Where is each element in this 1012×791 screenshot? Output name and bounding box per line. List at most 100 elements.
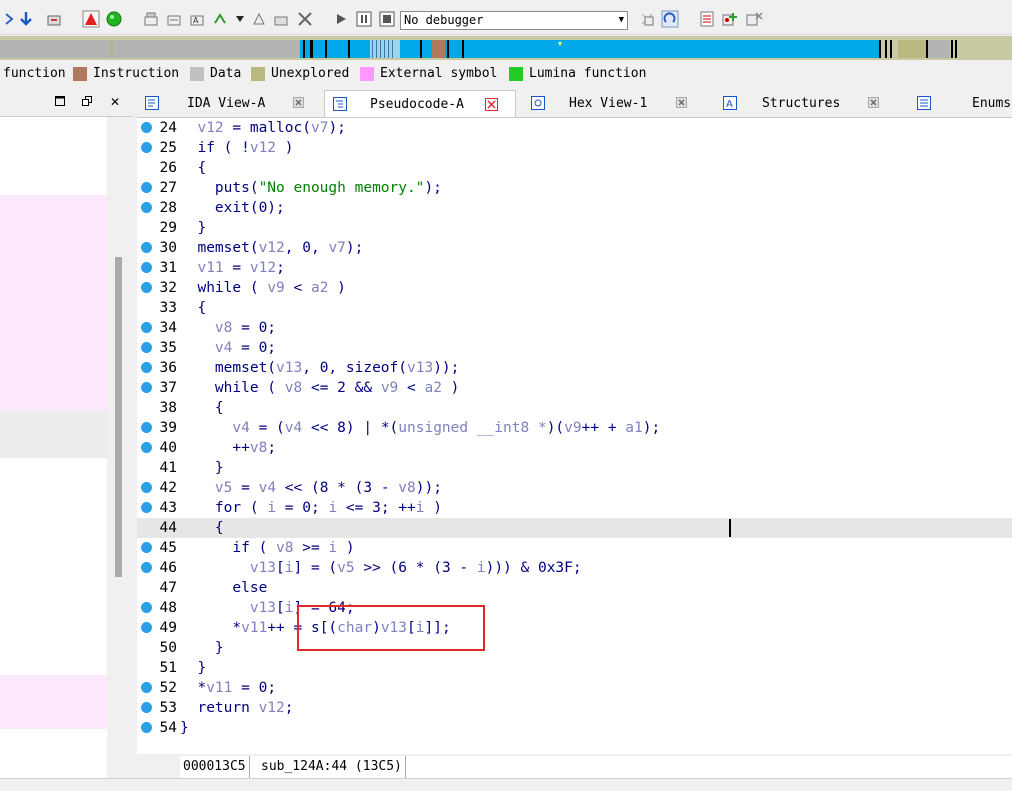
breakpoint-dot-icon[interactable] <box>141 622 152 633</box>
green-circle-icon[interactable] <box>105 10 123 28</box>
pause-icon[interactable] <box>355 10 373 28</box>
scrollbar-thumb[interactable] <box>115 257 122 577</box>
download-arrow-icon[interactable] <box>17 10 35 28</box>
code-line[interactable]: 46 v13[i] = (v5 >> (6 * (3 - i))) & 0x3F… <box>137 558 1012 578</box>
breakpoint-dot-icon[interactable] <box>141 262 152 273</box>
code-line[interactable]: 29 } <box>137 218 1012 238</box>
breakpoint-dot-icon[interactable] <box>141 322 152 333</box>
code-line[interactable]: 35 v4 = 0; <box>137 338 1012 358</box>
breakpoint-dot-icon[interactable] <box>141 282 152 293</box>
navigation-band[interactable] <box>0 36 1012 60</box>
code-line[interactable]: 44 { <box>137 518 1012 538</box>
pseudocode-editor[interactable]: 24 v12 = malloc(v7); 25 if ( !v12 ) 26 {27… <box>137 118 1012 754</box>
tab-close-icon[interactable] <box>293 97 304 108</box>
breakpoint-dot-icon[interactable] <box>141 122 152 133</box>
code-line[interactable]: 42 v5 = v4 << (8 * (3 - v8)); <box>137 478 1012 498</box>
debugger-select[interactable]: No debugger ▼ <box>400 11 628 30</box>
tab-pseudocode-a[interactable]: Pseudocode-A <box>324 90 516 117</box>
play-icon[interactable] <box>332 10 350 28</box>
stop-icon[interactable] <box>378 10 396 28</box>
functions-list[interactable] <box>0 117 107 790</box>
code-line[interactable]: 53 return v12; <box>137 698 1012 718</box>
code-line[interactable]: 41 } <box>137 458 1012 478</box>
code-line[interactable]: 28 exit(0); <box>137 198 1012 218</box>
code-line[interactable]: 52 *v11 = 0; <box>137 678 1012 698</box>
tab-ida-view-a[interactable]: IDA View-A <box>137 90 322 117</box>
code-line[interactable]: 33 { <box>137 298 1012 318</box>
breakpoint-dot-icon[interactable] <box>141 422 152 433</box>
breakpoint-dot-icon[interactable] <box>141 482 152 493</box>
code-token: memset( <box>180 360 277 376</box>
restore-icon[interactable] <box>82 96 93 110</box>
tab-hex-view-1[interactable]: Hex View-1 <box>518 90 708 117</box>
code-token: ); <box>424 180 442 196</box>
patch-icon[interactable] <box>46 10 64 28</box>
code-line[interactable]: 36 memset(v13, 0, sizeof(v13)); <box>137 358 1012 378</box>
maximize-icon[interactable] <box>55 96 66 110</box>
code-line[interactable]: 47 else <box>137 578 1012 598</box>
breakpoint-dot-icon[interactable] <box>141 562 152 573</box>
code-line[interactable]: 27 puts("No enough memory."); <box>137 178 1012 198</box>
code-line[interactable]: 39 v4 = (v4 << 8) | *(unsigned __int8 *)… <box>137 418 1012 438</box>
code-line[interactable]: 24 v12 = malloc(v7); <box>137 118 1012 138</box>
add-xref-icon[interactable] <box>211 10 229 28</box>
code-line[interactable]: 31 v11 = v12; <box>137 258 1012 278</box>
graph-icon[interactable] <box>250 10 268 28</box>
legend-swatch <box>190 66 204 81</box>
breakpoint-dot-icon[interactable] <box>141 202 152 213</box>
breakpoint-dot-icon[interactable] <box>141 362 152 373</box>
breakpoint-dot-icon[interactable] <box>141 722 152 733</box>
breakpoint-dot-icon[interactable] <box>141 342 152 353</box>
back-arrow-icon[interactable] <box>0 10 18 28</box>
list-icon[interactable] <box>698 10 716 28</box>
breakpoint-dot-icon[interactable] <box>141 242 152 253</box>
add-struct-icon[interactable] <box>165 10 183 28</box>
breakpoint-remove-icon[interactable] <box>745 10 763 28</box>
breakpoint-dot-icon[interactable] <box>141 442 152 453</box>
breakpoint-dot-icon[interactable] <box>141 682 152 693</box>
add-segment-icon[interactable] <box>142 10 160 28</box>
breakpoint-dot-icon[interactable] <box>141 542 152 553</box>
code-line[interactable]: 34 v8 = 0; <box>137 318 1012 338</box>
tab-enums[interactable]: Enums <box>904 90 1012 117</box>
tab-bar: IDA View-A Pseudocode-A Hex View-1 A Str… <box>137 90 1012 118</box>
code-text: v5 = v4 << (8 * (3 - v8)); <box>180 478 442 498</box>
tab-close-icon[interactable] <box>868 97 879 108</box>
tab-structures[interactable]: A Structures <box>710 90 902 117</box>
code-line[interactable]: 54} <box>137 718 1012 738</box>
code-line[interactable]: 51 } <box>137 658 1012 678</box>
code-text: memset(v12, 0, v7); <box>180 238 363 258</box>
tab-close-icon[interactable] <box>485 98 498 111</box>
breakpoint-add-icon[interactable] <box>721 10 739 28</box>
breakpoint-dot-icon[interactable] <box>141 182 152 193</box>
code-line[interactable]: 49 *v11++ = s[(char)v13[i]]; <box>137 618 1012 638</box>
code-variable: v13 <box>276 360 303 376</box>
code-line[interactable]: 26 { <box>137 158 1012 178</box>
breakpoint-dot-icon[interactable] <box>141 602 152 613</box>
close-panel-icon[interactable]: ✕ <box>110 95 120 109</box>
code-token: ; <box>267 440 277 456</box>
code-line[interactable]: 43 for ( i = 0; i <= 3; ++i ) <box>137 498 1012 518</box>
code-line[interactable]: 32 while ( v9 < a2 ) <box>137 278 1012 298</box>
dropdown-chevron-icon[interactable] <box>231 10 249 28</box>
close-icon[interactable] <box>296 10 314 28</box>
breakpoint-dot-icon[interactable] <box>141 142 152 153</box>
tab-close-icon[interactable] <box>676 97 687 108</box>
breakpoint-dot-icon[interactable] <box>141 702 152 713</box>
code-line[interactable]: 37 while ( v8 <= 2 && v9 < a2 ) <box>137 378 1012 398</box>
refresh-icon[interactable] <box>661 10 679 28</box>
breakpoint-dot-icon[interactable] <box>141 502 152 513</box>
code-line[interactable]: 45 if ( v8 >= i ) <box>137 538 1012 558</box>
add-enum-icon[interactable]: A <box>188 10 206 28</box>
code-line[interactable]: 30 memset(v12, 0, v7); <box>137 238 1012 258</box>
breakpoint-dot-icon[interactable] <box>141 382 152 393</box>
code-line[interactable]: 50 } <box>137 638 1012 658</box>
edit-icon[interactable] <box>272 10 290 28</box>
code-line[interactable]: 40 ++v8; <box>137 438 1012 458</box>
code-line[interactable]: 48 v13[i] = 64; <box>137 598 1012 618</box>
functions-scrollbar[interactable] <box>110 117 130 790</box>
run-warning-icon[interactable] <box>82 10 100 28</box>
attach-icon[interactable] <box>638 10 656 28</box>
code-line[interactable]: 38 { <box>137 398 1012 418</box>
code-line[interactable]: 25 if ( !v12 ) <box>137 138 1012 158</box>
